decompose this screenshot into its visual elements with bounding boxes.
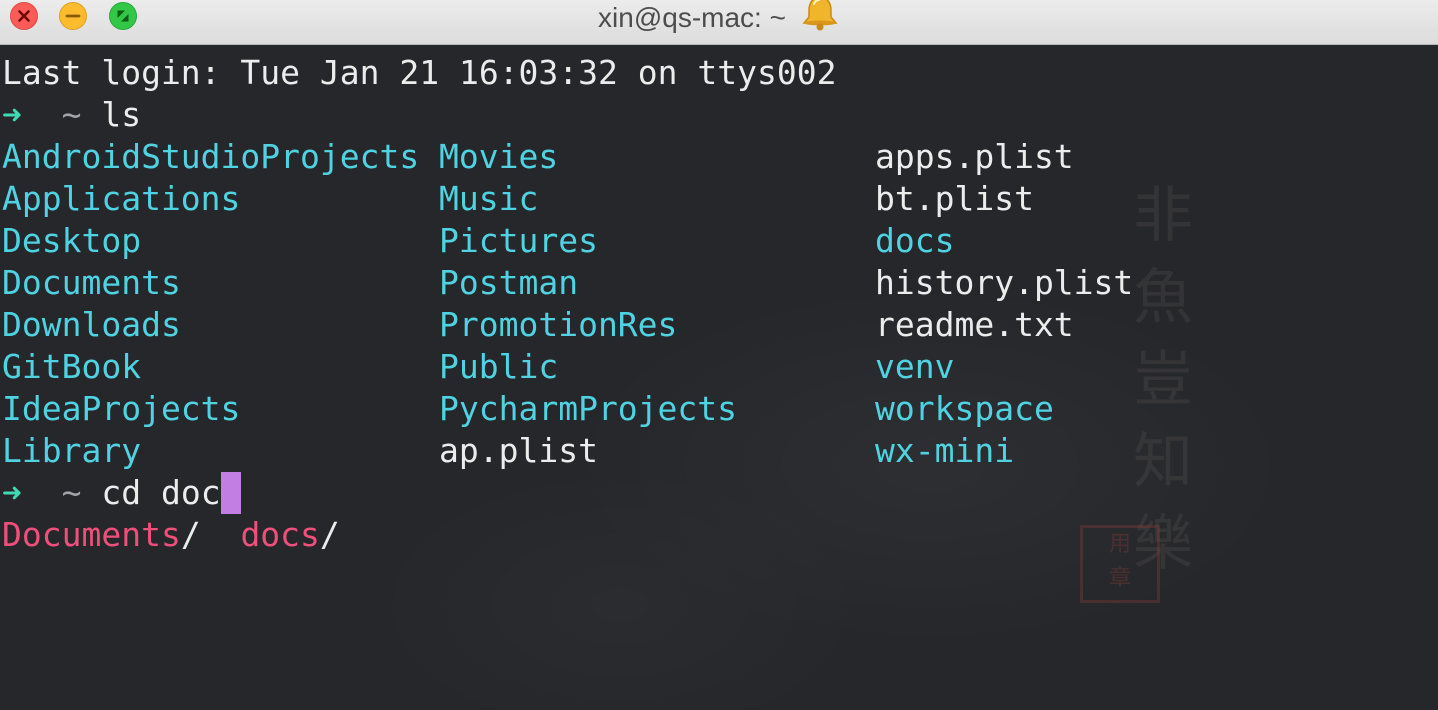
ls-directory-entry: Music: [439, 179, 539, 218]
command-input[interactable]: cd doc: [101, 473, 220, 512]
minimize-icon: [65, 14, 81, 18]
terminal-output[interactable]: 非 魚 豈 知 樂 用 章 Last login: Tue Jan 21 16:…: [0, 45, 1438, 710]
seal-char: 章: [1108, 566, 1131, 591]
completion-suffix: /: [180, 515, 201, 554]
close-button[interactable]: [10, 2, 38, 30]
ls-directory-entry: PycharmProjects: [439, 389, 738, 428]
seal-stamp: 用 章: [1080, 525, 1160, 603]
ls-directory-entry: GitBook: [2, 347, 142, 386]
ls-file-entry: apps.plist: [875, 137, 1074, 176]
ls-directory-entry: Applications: [2, 179, 241, 218]
title-bar[interactable]: xin@qs-mac: ~: [0, 0, 1438, 45]
seal-char: 用: [1108, 532, 1131, 557]
last-login-line: Last login: Tue Jan 21 16:03:32 on ttys0…: [2, 53, 837, 92]
window-title-text: xin@qs-mac: ~: [598, 2, 786, 33]
calligraphy-char: 知: [1133, 427, 1193, 497]
ls-directory-entry: PromotionRes: [439, 305, 678, 344]
completion-item[interactable]: Documents: [2, 515, 181, 554]
ls-directory-entry: docs: [875, 221, 955, 260]
ls-file-entry: ap.plist: [439, 431, 598, 470]
ls-directory-entry: wx-mini: [875, 431, 1015, 470]
completion-suffix: /: [319, 515, 340, 554]
prompt-line[interactable]: ➜ ~ cd doc: [2, 472, 241, 514]
completion-line: Documents/ docs/: [2, 514, 340, 556]
prompt-cwd: ~: [61, 473, 82, 512]
text-cursor: [220, 472, 241, 514]
prompt-command: ls: [101, 95, 142, 134]
ls-file-entry: readme.txt: [875, 305, 1074, 344]
ls-directory-entry: IdeaProjects: [2, 389, 241, 428]
completion-item[interactable]: docs: [240, 515, 319, 554]
ls-file-entry: history.plist: [875, 263, 1134, 302]
ls-directory-entry: Movies: [439, 137, 559, 176]
ls-file-entry: bt.plist: [875, 179, 1034, 218]
ls-directory-entry: Public: [439, 347, 559, 386]
ls-directory-entry: AndroidStudioProjects: [2, 137, 420, 176]
fullscreen-button[interactable]: [109, 2, 137, 30]
window-title: xin@qs-mac: ~: [0, 0, 1438, 36]
ls-directory-entry: workspace: [875, 389, 1054, 428]
ls-directory-entry: Downloads: [2, 305, 181, 344]
ls-directory-entry: Documents: [2, 263, 181, 302]
bell-icon: [800, 0, 840, 36]
ls-directory-entry: Pictures: [439, 221, 598, 260]
prompt-arrow-icon: ➜: [2, 95, 22, 134]
terminal-window: xin@qs-mac: ~ 非 魚 豈 知 樂 用 章 Last login: …: [0, 0, 1438, 710]
prompt-cwd: ~: [61, 95, 82, 134]
fullscreen-icon: [117, 10, 129, 22]
calligraphy-char: 豈: [1133, 345, 1193, 415]
ls-directory-entry: venv: [875, 347, 955, 386]
prompt-arrow-icon: ➜: [2, 473, 22, 512]
ls-directory-entry: Postman: [439, 263, 579, 302]
close-icon: [18, 10, 30, 22]
calligraphy-char: 非: [1133, 181, 1193, 251]
ls-directory-entry: Desktop: [2, 221, 142, 260]
minimize-button[interactable]: [59, 2, 87, 30]
ls-directory-entry: Library: [2, 431, 142, 470]
prompt-line: ➜ ~ ls: [2, 94, 141, 136]
